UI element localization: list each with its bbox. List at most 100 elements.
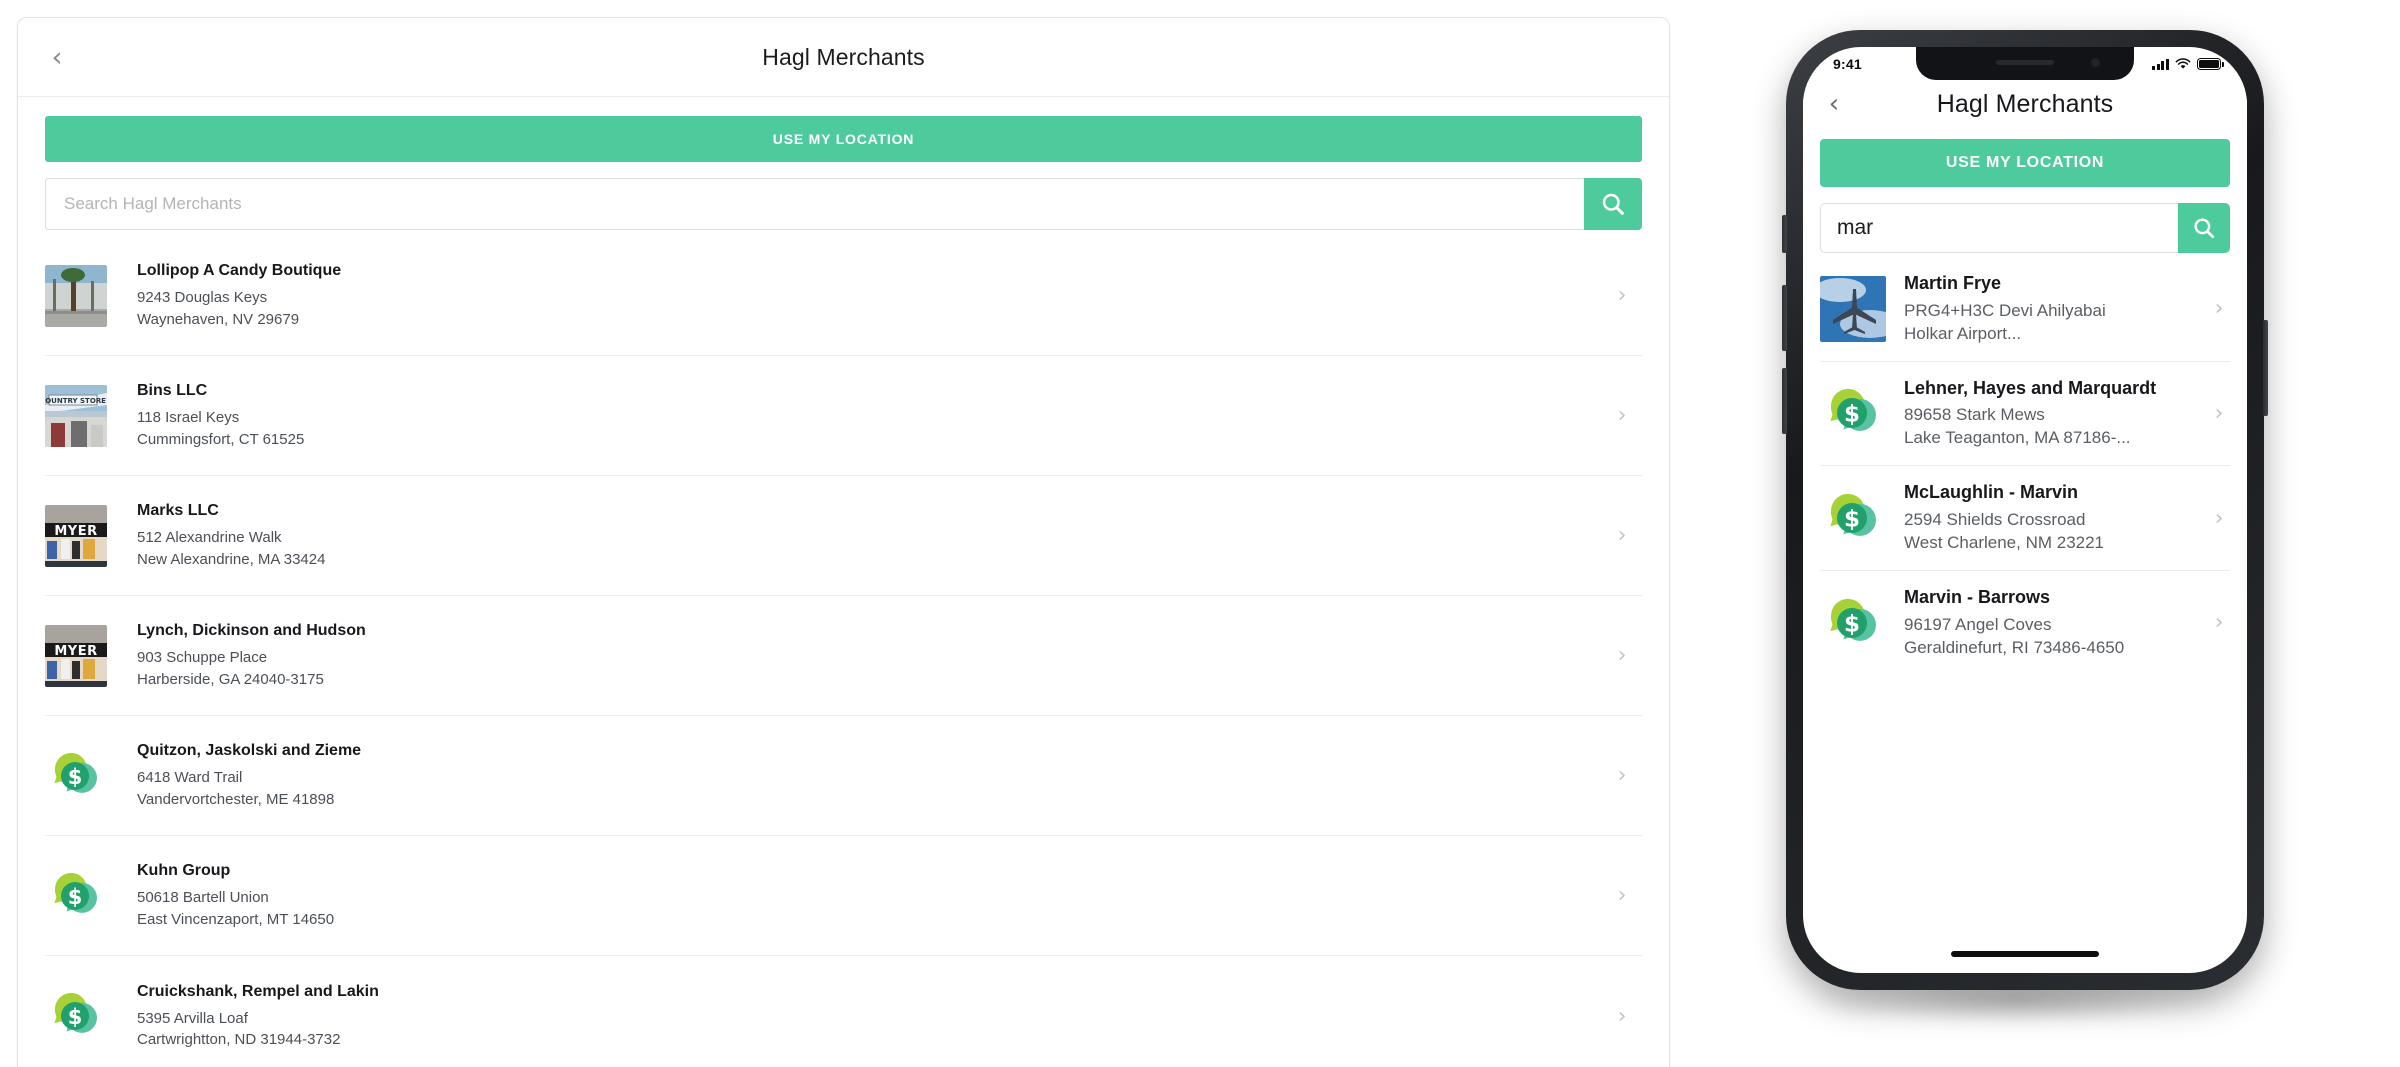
table-row[interactable]: MYER Lynch, Dickinson and Hudson 903 Sch… — [45, 596, 1642, 716]
merchant-address-line2: Harberside, GA 24040-3175 — [137, 669, 1602, 691]
search-icon — [1599, 190, 1627, 218]
merchant-info: Cruickshank, Rempel and Lakin 5395 Arvil… — [107, 981, 1602, 1051]
svg-text:$: $ — [1844, 611, 1860, 637]
volume-down-button[interactable] — [1782, 368, 1787, 434]
chevron-right-icon[interactable]: › — [1602, 523, 1642, 548]
merchant-address-line2: Vandervortchester, ME 41898 — [137, 789, 1602, 811]
phone-mockup: 9:41 ‹ Hagl Merchants — [1775, 20, 2275, 1020]
merchant-name: Cruickshank, Rempel and Lakin — [137, 981, 1602, 1003]
svg-text:MYER: MYER — [54, 524, 97, 539]
list-item[interactable]: $ McLaughlin - Marvin 2594 Shields Cross… — [1820, 466, 2230, 571]
result-name: McLaughlin - Marvin — [1904, 481, 2208, 505]
search-button[interactable] — [2178, 203, 2230, 253]
merchant-address-line2: Cartwrightton, ND 31944-3732 — [137, 1029, 1602, 1051]
home-indicator[interactable] — [1951, 951, 2099, 957]
web-body: USE MY LOCATION — [18, 116, 1669, 1067]
status-icons — [2152, 58, 2221, 70]
merchant-address-line1: 512 Alexandrine Walk — [137, 527, 1602, 549]
list-item[interactable]: $ Lehner, Hayes and Marquardt 89658 Star… — [1820, 362, 2230, 467]
chevron-right-icon[interactable]: › — [2208, 296, 2230, 321]
merchant-info: Lollipop A Candy Boutique 9243 Douglas K… — [107, 260, 1602, 330]
myer-store-photo: MYER — [45, 625, 107, 687]
search-input[interactable] — [45, 178, 1584, 230]
result-address-line2: Lake Teaganton, MA 87186-... — [1904, 427, 2208, 450]
merchant-name: Quitzon, Jaskolski and Zieme — [137, 740, 1602, 762]
merchant-name: Marks LLC — [137, 500, 1602, 522]
chevron-right-icon[interactable]: › — [1602, 643, 1642, 668]
list-item[interactable]: $ Marvin - Barrows 96197 Angel Coves Ger… — [1820, 571, 2230, 675]
svg-text:COUNTRY STORE: COUNTRY STORE — [45, 397, 106, 405]
status-bar: 9:41 — [1803, 47, 2247, 81]
chevron-right-icon[interactable]: › — [1602, 283, 1642, 308]
chevron-right-icon[interactable]: › — [2208, 401, 2230, 426]
merchant-address-line1: 6418 Ward Trail — [137, 767, 1602, 789]
storefront-palm-photo — [45, 265, 107, 327]
dollar-bubble-icon: $ — [45, 865, 107, 927]
merchant-address-line1: 5395 Arvilla Loaf — [137, 1008, 1602, 1030]
table-row[interactable]: MYER Marks LLC 512 Alexandrine Walk New — [45, 476, 1642, 596]
chevron-right-icon[interactable]: › — [2208, 610, 2230, 635]
use-my-location-button[interactable]: USE MY LOCATION — [1820, 139, 2230, 187]
chevron-left-icon[interactable]: ‹ — [42, 42, 72, 72]
dollar-bubble-icon: $ — [1820, 485, 1886, 551]
cellular-signal-icon — [2152, 59, 2169, 70]
merchant-info: Quitzon, Jaskolski and Zieme 6418 Ward T… — [107, 740, 1602, 810]
merchant-address-line1: 118 Israel Keys — [137, 407, 1602, 429]
merchant-info: Kuhn Group 50618 Bartell Union East Vinc… — [107, 860, 1602, 930]
table-row[interactable]: $ Kuhn Group 50618 Bartell Union East Vi… — [45, 836, 1642, 956]
dollar-bubble-icon: $ — [1820, 590, 1886, 656]
svg-text:$: $ — [68, 1005, 83, 1029]
page-title: Hagl Merchants — [18, 44, 1669, 71]
chevron-right-icon[interactable]: › — [1602, 883, 1642, 908]
merchant-info: Bins LLC 118 Israel Keys Cummingsfort, C… — [107, 380, 1602, 450]
list-item[interactable]: Martin Frye PRG4+H3C Devi Ahilyabai Holk… — [1820, 257, 2230, 362]
phone-body: USE MY LOCATION — [1803, 139, 2247, 675]
merchant-address-line2: New Alexandrine, MA 33424 — [137, 549, 1602, 571]
table-row[interactable]: COUNTRY STORE Bins LLC 118 Israel Keys C… — [45, 356, 1642, 476]
result-info: McLaughlin - Marvin 2594 Shields Crossro… — [1886, 481, 2208, 555]
phone-page-title: Hagl Merchants — [1819, 90, 2231, 119]
phone-result-list: Martin Frye PRG4+H3C Devi Ahilyabai Holk… — [1820, 257, 2230, 675]
web-merchants-panel: ‹ Hagl Merchants USE MY LOCATION — [17, 17, 1670, 1067]
use-my-location-button[interactable]: USE MY LOCATION — [45, 116, 1642, 162]
web-search-row — [45, 178, 1642, 230]
dollar-bubble-icon: $ — [1820, 380, 1886, 446]
result-name: Lehner, Hayes and Marquardt — [1904, 377, 2208, 401]
table-row[interactable]: $ Cruickshank, Rempel and Lakin 5395 Arv… — [45, 956, 1642, 1067]
chevron-right-icon[interactable]: › — [1602, 763, 1642, 788]
merchant-address-line1: 9243 Douglas Keys — [137, 287, 1602, 309]
result-info: Lehner, Hayes and Marquardt 89658 Stark … — [1886, 377, 2208, 451]
web-header: ‹ Hagl Merchants — [18, 18, 1669, 97]
table-row[interactable]: $ Quitzon, Jaskolski and Zieme 6418 Ward… — [45, 716, 1642, 836]
screenshot-stage: ‹ Hagl Merchants USE MY LOCATION — [0, 0, 2400, 1067]
search-input[interactable] — [1820, 203, 2178, 253]
power-button[interactable] — [2263, 320, 2268, 416]
result-address-line2: Geraldinefurt, RI 73486-4650 — [1904, 637, 2208, 660]
merchant-list: Lollipop A Candy Boutique 9243 Douglas K… — [45, 236, 1642, 1067]
search-icon — [2191, 215, 2217, 241]
merchant-address-line1: 50618 Bartell Union — [137, 887, 1602, 909]
svg-text:$: $ — [1844, 507, 1860, 533]
search-button[interactable] — [1584, 178, 1642, 230]
result-address-line1: 89658 Stark Mews — [1904, 404, 2208, 427]
dollar-bubble-icon: $ — [45, 745, 107, 807]
battery-full-icon — [2197, 58, 2221, 70]
dollar-bubble-icon: $ — [45, 985, 107, 1047]
merchant-name: Bins LLC — [137, 380, 1602, 402]
phone-screen: 9:41 ‹ Hagl Merchants — [1803, 47, 2247, 973]
phone-nav-bar: ‹ Hagl Merchants — [1803, 81, 2247, 127]
chevron-right-icon[interactable]: › — [2208, 506, 2230, 531]
table-row[interactable]: Lollipop A Candy Boutique 9243 Douglas K… — [45, 236, 1642, 356]
chevron-right-icon[interactable]: › — [1602, 1004, 1642, 1029]
svg-text:$: $ — [1844, 402, 1860, 428]
chevron-right-icon[interactable]: › — [1602, 403, 1642, 428]
mute-switch[interactable] — [1782, 215, 1787, 253]
volume-up-button[interactable] — [1782, 285, 1787, 351]
country-store-photo: COUNTRY STORE — [45, 385, 107, 447]
result-address-line1: PRG4+H3C Devi Ahilyabai — [1904, 300, 2208, 323]
status-time: 9:41 — [1833, 56, 1862, 72]
result-address-line1: 2594 Shields Crossroad — [1904, 509, 2208, 532]
phone-frame: 9:41 ‹ Hagl Merchants — [1786, 30, 2264, 990]
svg-text:$: $ — [68, 885, 83, 909]
result-address-line1: 96197 Angel Coves — [1904, 614, 2208, 637]
